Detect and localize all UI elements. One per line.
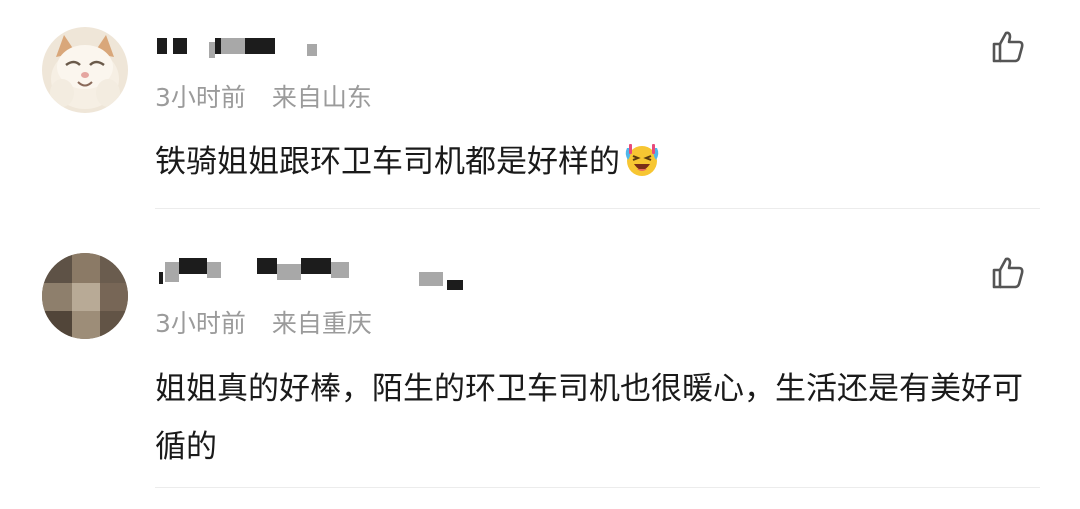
- thumb-up-icon[interactable]: [990, 29, 1026, 65]
- avatar[interactable]: [42, 253, 128, 339]
- comment-meta: 3小时前 来自重庆: [155, 304, 372, 340]
- comment-time: 3小时前: [155, 83, 246, 112]
- avatar[interactable]: [42, 27, 128, 113]
- comment-text: 铁骑姐姐跟环卫车司机都是好样的: [155, 133, 1035, 191]
- comment-location: 来自重庆: [271, 309, 372, 338]
- comment-meta: 3小时前 来自山东: [155, 78, 372, 114]
- comment-location: 来自山东: [271, 83, 372, 112]
- comment-text: 姐姐真的好棒，陌生的环卫车司机也很暖心，生活还是有美好可循的: [155, 371, 1023, 465]
- thumb-up-icon[interactable]: [990, 255, 1026, 291]
- comment-time: 3小时前: [155, 309, 246, 338]
- divider: [155, 208, 1040, 209]
- divider: [155, 487, 1040, 488]
- laughing-tears-emoji: [622, 140, 662, 180]
